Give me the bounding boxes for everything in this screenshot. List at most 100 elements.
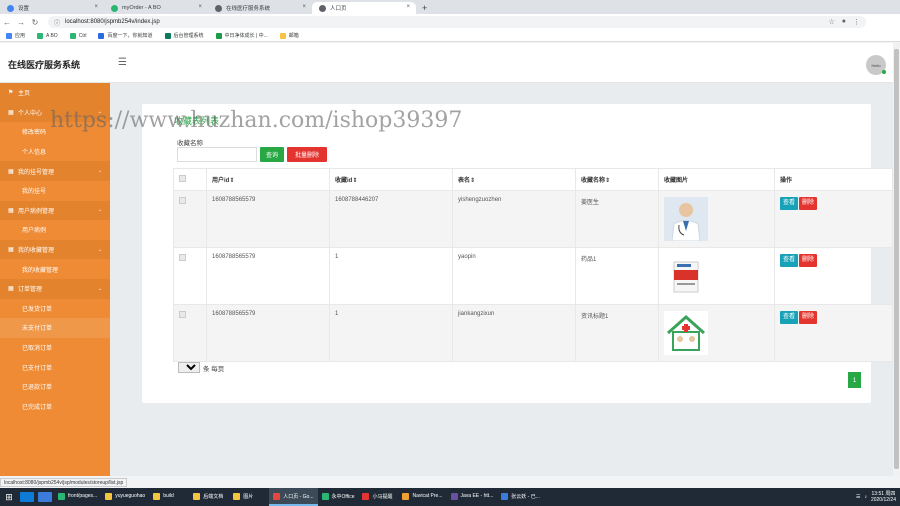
sidebar-item-label: 主页 <box>18 91 31 98</box>
sidebar: ⚑ 主页 ▦ 个人中心 ⌄ 修改密码 个人信息 ▦ 我的挂号管理 ⌄ 我的挂号 ▦ 用户病例… <box>0 83 110 476</box>
bookmark-ctrl[interactable]: Ctrl <box>69 32 86 39</box>
settings-icon <box>7 5 14 12</box>
sidebar-item-unpaid-orders[interactable]: 未支付订单 <box>0 318 110 338</box>
sidebar-item-case-mgmt[interactable]: ▦ 用户病例管理 ⌄ <box>0 200 110 221</box>
sidebar-item-change-password[interactable]: 修改密码 <box>0 122 110 142</box>
column-header[interactable]: 用户id⇕ <box>206 168 330 191</box>
select-all-checkbox[interactable] <box>179 175 186 182</box>
close-icon[interactable]: × <box>198 4 202 10</box>
taskbar-app[interactable]: 人口页 - Go... <box>269 488 318 506</box>
sidebar-item-label: 已完成订单 <box>22 404 53 411</box>
sidebar-item-label: 已支付订单 <box>22 365 53 372</box>
tab-title: 人口页 <box>330 6 347 12</box>
close-icon[interactable]: × <box>302 4 306 10</box>
favorite-name-search-input[interactable] <box>177 147 257 162</box>
sidebar-item-home[interactable]: ⚑ 主页 <box>0 83 110 103</box>
taskbar-app[interactable]: 张云妖 - 已... <box>497 488 544 506</box>
close-icon[interactable]: × <box>406 4 410 10</box>
windows-start-icon[interactable]: ⊞ <box>0 492 18 503</box>
bookmark-baidu[interactable]: 百度一下，你就知道 <box>98 32 153 39</box>
chevron-down-icon: ⌄ <box>97 285 102 292</box>
row-checkbox[interactable] <box>179 197 186 204</box>
taskbar-app[interactable]: build <box>149 488 189 506</box>
sidebar-item-my-registration[interactable]: 我的挂号 <box>0 181 110 201</box>
close-icon[interactable]: × <box>94 4 98 10</box>
sidebar-item-label: 已退款订单 <box>22 385 53 392</box>
profile-icon[interactable]: ● <box>842 18 846 26</box>
sidebar-item-registration-mgmt[interactable]: ▦ 我的挂号管理 ⌄ <box>0 161 110 181</box>
eclipse-icon <box>450 492 458 500</box>
tab-title: 在线医疗服务系统 <box>226 6 271 12</box>
view-button[interactable]: 查看 <box>780 197 799 210</box>
sidebar-item-shipped-orders[interactable]: 已发货订单 <box>0 299 110 319</box>
grid-icon: ▦ <box>8 109 14 116</box>
new-tab-button[interactable]: + <box>416 2 433 14</box>
taskbar-app[interactable]: 图片 <box>229 488 269 506</box>
network-icon[interactable]: ☰ <box>856 494 860 500</box>
table-row: 1608788565579 1 jiankangzixun 资讯标题1 查看 删… <box>173 304 893 362</box>
batch-delete-button[interactable]: 批量删除 <box>287 147 327 162</box>
sidebar-item-profile-center[interactable]: ▦ 个人中心 ⌄ <box>0 102 110 123</box>
app-icon[interactable] <box>38 492 52 502</box>
bookmark-growth[interactable]: 中日净体成长 | 中... <box>215 32 268 39</box>
page-size-select[interactable]: 10 <box>178 362 200 373</box>
delete-button[interactable]: 删除 <box>799 197 818 210</box>
volume-icon[interactable]: ♪ <box>864 494 867 500</box>
row-checkbox[interactable] <box>179 311 186 318</box>
pagination-page-1[interactable]: 1 <box>848 372 861 388</box>
browser-tab-medical[interactable]: 在线医疗服务系统 × <box>208 2 312 14</box>
reload-icon[interactable]: ↻ <box>28 18 42 27</box>
star-icon[interactable]: ☆ <box>828 18 834 26</box>
address-bar[interactable]: ⓘ localhost:8080/jspmb254v/index.jsp ☆ ●… <box>48 16 866 28</box>
sidebar-item-completed-orders[interactable]: 已完成订单 <box>0 397 110 417</box>
back-icon[interactable]: ← <box>0 18 14 27</box>
sidebar-item-refunded-orders[interactable]: 已退款订单 <box>0 377 110 397</box>
menu-icon[interactable]: ⋮ <box>853 18 860 26</box>
sidebar-item-paid-orders[interactable]: 已支付订单 <box>0 357 110 377</box>
column-header[interactable]: 表名⇕ <box>452 168 576 191</box>
clock[interactable]: 13:51 周四 2020/12/24 <box>871 491 896 503</box>
bookmark-abo[interactable]: A BO <box>37 32 58 39</box>
sidebar-item-user-cases[interactable]: 用户病例 <box>0 220 110 240</box>
taskbar-app[interactable]: front/pages... <box>54 488 101 506</box>
bookmark-mail[interactable]: 邮箱 <box>279 32 299 39</box>
sidebar-item-cancelled-orders[interactable]: 已取消订单 <box>0 338 110 358</box>
view-button[interactable]: 查看 <box>780 254 799 267</box>
taskbar-app[interactable]: Navicat Pre... <box>398 488 446 506</box>
taskbar-app[interactable]: 永中Office <box>318 488 359 506</box>
sidebar-item-favorites[interactable]: 我的收藏管理 <box>0 259 110 279</box>
sidebar-item-personal-info[interactable]: 个人信息 <box>0 142 110 162</box>
search-button[interactable]: 查询 <box>260 147 284 162</box>
browser-tab-settings[interactable]: 设置 × <box>0 2 104 14</box>
windows-taskbar: ⊞ front/pages... yuyueguohao build 后端文档 … <box>0 488 900 506</box>
column-header[interactable]: 收藏名称⇕ <box>575 168 659 191</box>
delete-button[interactable]: 删除 <box>799 254 818 267</box>
column-header[interactable]: 收藏id⇕ <box>329 168 453 191</box>
taskbar-app[interactable]: 后端文档 <box>189 488 229 506</box>
view-button[interactable]: 查看 <box>780 311 799 324</box>
browser-tab-entry[interactable]: 人口页 × <box>312 2 416 14</box>
info-icon[interactable]: ⓘ <box>54 18 60 27</box>
taskbar-app[interactable]: yuyueguohao <box>101 488 149 506</box>
folder-icon <box>153 492 161 500</box>
row-checkbox[interactable] <box>179 254 186 261</box>
scrollbar-thumb[interactable] <box>894 49 899 469</box>
taskbar-app[interactable]: Java EE - htt... <box>447 488 498 506</box>
forward-icon[interactable]: → <box>14 18 28 27</box>
delete-button[interactable]: 删除 <box>799 311 818 324</box>
taskbar-app-label: 人口页 - Go... <box>283 493 314 500</box>
taskbar-app-label: build <box>163 493 174 499</box>
avatar[interactable]: Hello <box>866 55 886 75</box>
vertical-scrollbar[interactable] <box>893 43 900 476</box>
bookmark-apps[interactable]: 应用 <box>6 32 25 39</box>
hamburger-menu-icon[interactable]: ☰ <box>118 57 127 68</box>
sidebar-item-order-mgmt[interactable]: ▦ 订单管理 ⌄ <box>0 278 110 299</box>
chevron-down-icon: ⌄ <box>97 109 102 116</box>
app-icon[interactable] <box>20 492 34 502</box>
site-icon <box>111 5 118 12</box>
bookmark-admin[interactable]: 后台管理系统 <box>164 32 204 39</box>
sidebar-item-favorites-mgmt[interactable]: ▦ 我的收藏管理 ⌄ <box>0 239 110 260</box>
url-text: localhost:8080/jspmb254v/index.jsp <box>65 19 160 25</box>
taskbar-app[interactable]: 小马提醒 <box>358 488 398 506</box>
browser-tab-myorder[interactable]: myOrder - A BO × <box>104 2 208 14</box>
